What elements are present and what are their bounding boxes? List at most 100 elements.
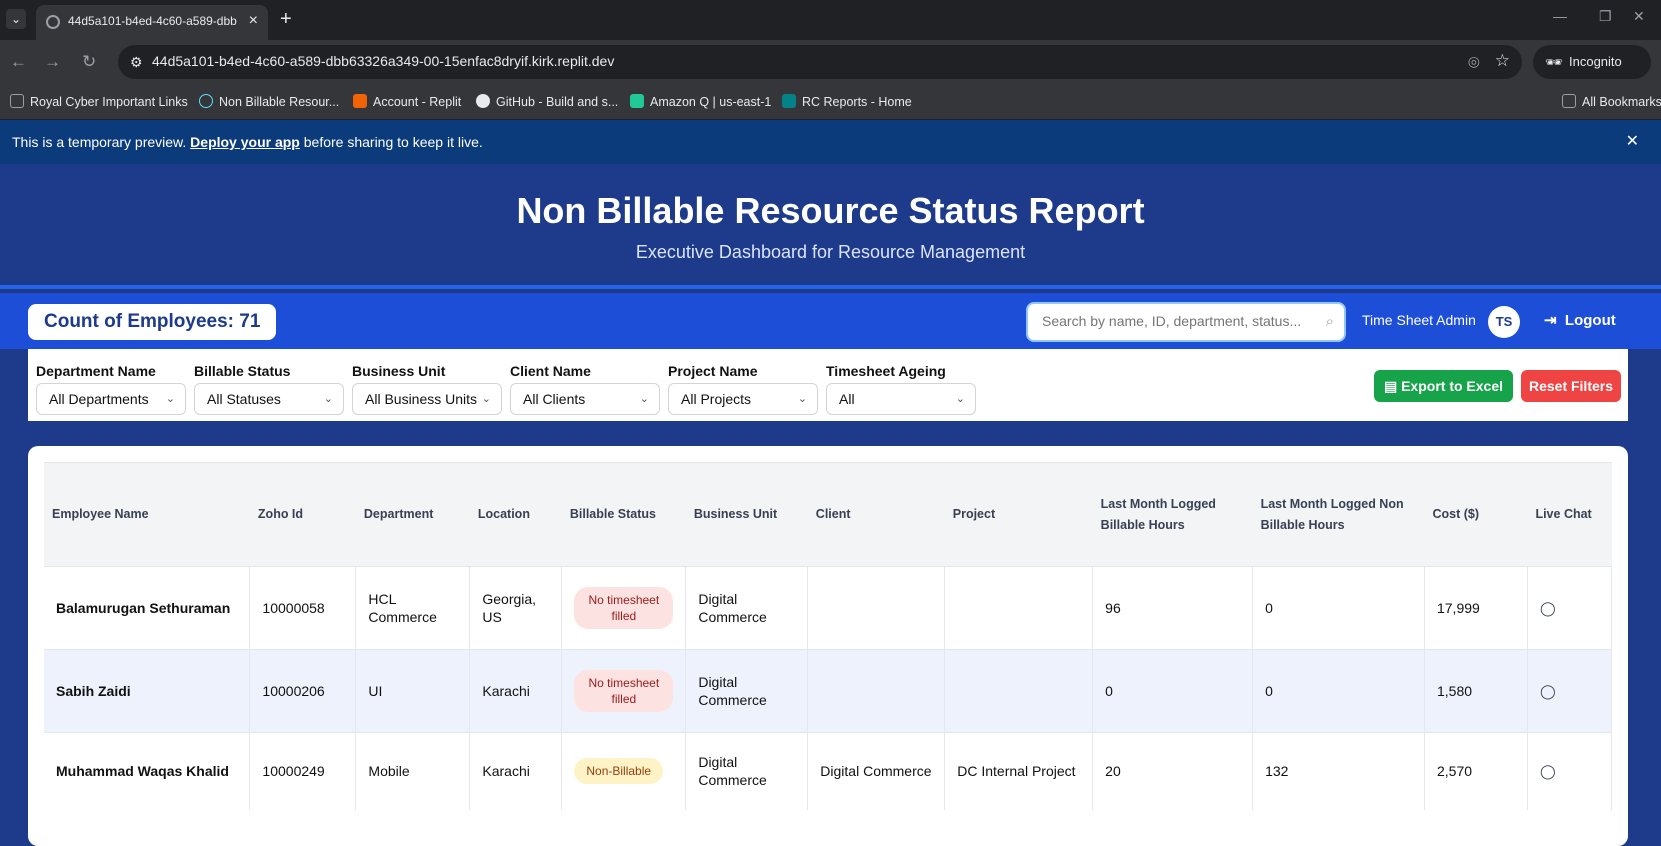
billable-status-select[interactable]: All Statuses ⌄ xyxy=(194,383,344,415)
filter-label: Timesheet Ageing xyxy=(826,363,946,379)
department-select[interactable]: All Departments ⌄ xyxy=(36,383,186,415)
table-row[interactable]: Balamurugan Sethuraman 10000058 HCL Comm… xyxy=(44,566,1613,650)
column-header[interactable]: Business Unit xyxy=(685,462,808,567)
incognito-icon: 🕶 xyxy=(1545,54,1563,70)
table-row[interactable]: Muhammad Waqas Khalid 10000249 Mobile Ka… xyxy=(44,732,1613,810)
new-tab-icon[interactable]: + xyxy=(280,8,292,31)
filter-label: Billable Status xyxy=(194,363,291,379)
business-unit-select[interactable]: All Business Units ⌄ xyxy=(352,383,502,415)
project: DC Internal Project xyxy=(944,732,1094,810)
project xyxy=(944,566,1094,650)
forward-icon[interactable]: → xyxy=(44,52,61,72)
cost: 17,999 xyxy=(1424,566,1528,650)
cost: 2,570 xyxy=(1424,732,1528,810)
billable-hours: 96 xyxy=(1092,566,1254,650)
bookmark-item[interactable]: GitHub - Build and s... xyxy=(476,94,618,109)
chevron-down-icon: ⌄ xyxy=(955,393,965,405)
filter-billable-status: Billable Status All Statuses ⌄ xyxy=(186,363,344,415)
restore-icon[interactable]: ❐ xyxy=(1599,8,1612,25)
bookmark-item[interactable]: RC Reports - Home xyxy=(782,94,912,109)
column-header[interactable]: Client xyxy=(807,462,945,567)
github-icon xyxy=(476,94,490,108)
filter-project: Project Name All Projects ⌄ xyxy=(660,363,818,415)
search-icon[interactable]: ⌕ xyxy=(1326,313,1334,330)
filter-label: Client Name xyxy=(510,363,591,379)
column-header[interactable]: Live Chat xyxy=(1527,462,1612,567)
non-billable-hours: 0 xyxy=(1252,649,1425,733)
client xyxy=(807,566,946,650)
client: Digital Commerce xyxy=(807,732,946,810)
billable-hours: 20 xyxy=(1092,732,1254,810)
page-title: Non Billable Resource Status Report xyxy=(516,190,1145,231)
deploy-link[interactable]: Deploy your app xyxy=(190,134,300,150)
filter-business-unit: Business Unit All Business Units ⌄ xyxy=(344,363,502,415)
zoho-id: 10000206 xyxy=(249,649,357,733)
chevron-down-icon: ⌄ xyxy=(481,393,491,405)
employee-name: Balamurugan Sethuraman xyxy=(44,566,251,650)
incognito-label: Incognito xyxy=(1569,54,1622,69)
back-icon[interactable]: ← xyxy=(10,52,27,72)
column-header[interactable]: Billable Status xyxy=(561,462,686,567)
reset-filters-button[interactable]: Reset Filters xyxy=(1521,370,1621,402)
tab-search-icon[interactable]: ⌄ xyxy=(6,9,26,29)
filter-timesheet-ageing: Timesheet Ageing All ⌄ xyxy=(818,363,976,415)
live-chat-cell: ◯ xyxy=(1527,732,1613,810)
page-header: Non Billable Resource Status Report Exec… xyxy=(0,164,1661,289)
logout-button[interactable]: ⇥ Logout xyxy=(1544,311,1616,329)
all-bookmarks[interactable]: All Bookmarks xyxy=(1562,94,1661,109)
incognito-indicator[interactable]: 🕶 Incognito xyxy=(1533,45,1651,79)
bookmark-item[interactable]: Amazon Q | us-east-1 xyxy=(630,94,771,109)
star-icon[interactable]: ☆ xyxy=(1495,51,1510,71)
project-select[interactable]: All Projects ⌄ xyxy=(668,383,818,415)
amazon-q-icon xyxy=(630,94,644,108)
employee-name: Muhammad Waqas Khalid xyxy=(44,732,251,810)
avatar[interactable]: TS xyxy=(1488,306,1520,338)
column-header[interactable]: Department xyxy=(355,462,470,567)
chat-icon[interactable]: ◯ xyxy=(1540,763,1556,779)
site-info-icon[interactable]: ⚙ xyxy=(130,54,143,71)
column-header[interactable]: Zoho Id xyxy=(249,462,356,567)
column-header[interactable]: Cost ($) xyxy=(1424,462,1528,567)
employee-name: Sabih Zaidi xyxy=(44,649,251,733)
department: UI xyxy=(355,649,471,733)
table-header-row: Employee Name Zoho Id Department Locatio… xyxy=(44,462,1612,567)
client-select[interactable]: All Clients ⌄ xyxy=(510,383,660,415)
column-header[interactable]: Employee Name xyxy=(44,462,250,567)
reload-icon[interactable]: ↻ xyxy=(82,52,96,72)
browser-tab[interactable]: 44d5a101-b4ed-4c60-a589-dbb × xyxy=(36,5,268,40)
live-chat-cell: ◯ xyxy=(1527,649,1613,733)
chat-icon[interactable]: ◯ xyxy=(1540,600,1556,616)
column-header[interactable]: Location xyxy=(469,462,562,567)
filter-label: Department Name xyxy=(36,363,156,379)
location: Georgia, US xyxy=(469,566,563,650)
close-tab-icon[interactable]: × xyxy=(249,12,258,30)
search-input[interactable] xyxy=(1042,313,1307,329)
non-billable-hours: 132 xyxy=(1252,732,1425,810)
billable-status: Non-Billable xyxy=(561,732,687,810)
table-row[interactable]: Sabih Zaidi 10000206 UI Karachi No times… xyxy=(44,649,1613,733)
search-box[interactable]: ⌕ xyxy=(1026,302,1346,342)
live-chat-cell: ◯ xyxy=(1527,566,1613,650)
column-header[interactable]: Project xyxy=(944,462,1093,567)
user-name: Time Sheet Admin xyxy=(1362,312,1476,328)
bookmark-item[interactable]: Non Billable Resour... xyxy=(199,94,339,109)
bookmark-item[interactable]: Royal Cyber Important Links xyxy=(10,94,188,109)
chevron-down-icon: ⌄ xyxy=(165,393,175,405)
billable-status: No timesheet filled xyxy=(561,649,687,733)
close-icon[interactable]: ✕ xyxy=(1626,120,1639,164)
export-excel-button[interactable]: ▤ Export to Excel xyxy=(1374,370,1513,402)
billable-hours: 0 xyxy=(1092,649,1254,733)
billable-status: No timesheet filled xyxy=(561,566,687,650)
chat-icon[interactable]: ◯ xyxy=(1540,683,1556,699)
column-header[interactable]: Last Month Logged Non Billable Hours xyxy=(1252,462,1425,567)
folder-icon xyxy=(1562,94,1576,108)
table-panel: Employee Name Zoho Id Department Locatio… xyxy=(28,446,1628,846)
timesheet-ageing-select[interactable]: All ⌄ xyxy=(826,383,976,415)
eye-off-icon[interactable]: ◎ xyxy=(1468,53,1480,70)
address-bar[interactable]: ⚙ 44d5a101-b4ed-4c60-a589-dbb63326a349-0… xyxy=(118,45,1522,79)
column-header[interactable]: Last Month Logged Billable Hours xyxy=(1092,462,1253,567)
location: Karachi xyxy=(469,732,563,810)
close-window-icon[interactable]: ✕ xyxy=(1633,8,1645,25)
bookmark-item[interactable]: Account - Replit xyxy=(353,94,461,109)
minimize-icon[interactable]: — xyxy=(1553,8,1567,24)
